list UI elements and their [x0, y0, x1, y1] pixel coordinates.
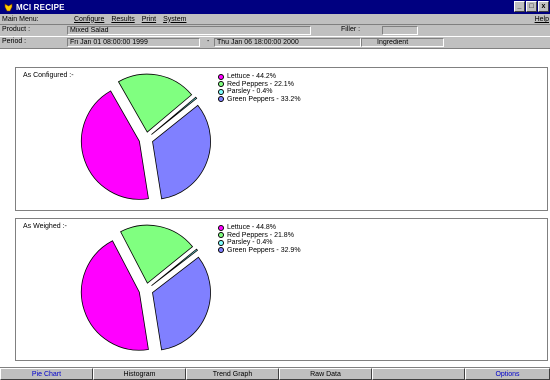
legend-swatch-icon: [218, 232, 224, 239]
period-label: Period :: [2, 38, 27, 45]
legend-label: Red Peppers - 21.8%: [227, 231, 294, 239]
legend-item: Red Peppers - 22.1%: [218, 81, 301, 89]
product-field: Mixed Salad: [67, 26, 311, 35]
legend-label: Red Peppers - 22.1%: [227, 80, 294, 88]
pie-chart-configured: [81, 73, 211, 200]
period-mode-field: Ingredient: [361, 38, 444, 47]
period-start-field: Fri Jan 01 08:00:00 1999: [67, 38, 200, 47]
chart-panel-configured: As Configured :- Lettuce - 44.2% Red Pep…: [15, 67, 548, 211]
period-end-field: Thu Jan 06 18:00:00 2000: [214, 38, 361, 47]
tab-trend-graph[interactable]: Trend Graph: [186, 368, 279, 380]
chart-heading: As Configured :-: [23, 72, 74, 79]
legend-label: Green Peppers - 33.2%: [227, 95, 301, 103]
legend-swatch-icon: [218, 224, 224, 231]
tab-pie-chart[interactable]: Pie Chart: [0, 368, 93, 380]
legend-item: Red Peppers - 21.8%: [218, 232, 301, 240]
menu-bar: Main Menu: Configure Results Print Syste…: [0, 14, 550, 25]
legend-swatch-icon: [218, 247, 224, 254]
filler-label: Filler :: [341, 26, 361, 33]
tab-raw-data[interactable]: Raw Data: [279, 368, 372, 380]
period-row: Period : Fri Jan 01 08:00:00 1999 - Thu …: [0, 37, 550, 49]
legend-swatch-icon: [218, 239, 224, 246]
legend-item: Parsley - 0.4%: [218, 239, 301, 247]
maximize-icon: □: [529, 3, 534, 10]
tab-empty: [372, 368, 465, 380]
minimize-icon: _: [517, 3, 522, 10]
tab-options[interactable]: Options: [465, 368, 550, 380]
window-title: MCI RECIPE: [16, 2, 65, 12]
main-menu-label: Main Menu:: [2, 15, 39, 23]
menu-results[interactable]: Results: [111, 16, 134, 23]
product-label: Product :: [2, 26, 31, 33]
legend-swatch-icon: [218, 88, 224, 95]
chart-legend: Lettuce - 44.2% Red Peppers - 22.1% Pars…: [218, 73, 301, 103]
tab-histogram[interactable]: Histogram: [93, 368, 186, 380]
legend-swatch-icon: [218, 73, 224, 80]
window-controls: _ □ x: [514, 1, 549, 12]
menu-print[interactable]: Print: [142, 16, 156, 23]
pie-chart-weighed: [80, 224, 211, 351]
legend-item: Parsley - 0.4%: [218, 88, 301, 96]
chart-heading: As Weighed :-: [23, 223, 67, 230]
legend-label: Parsley - 0.4%: [227, 239, 273, 247]
legend-item: Green Peppers - 32.9%: [218, 247, 301, 255]
close-icon: x: [541, 3, 546, 10]
legend-label: Green Peppers - 32.9%: [227, 246, 301, 254]
maximize-button[interactable]: □: [526, 1, 537, 12]
title-bar: MCI RECIPE _ □ x: [0, 0, 550, 14]
legend-swatch-icon: [218, 81, 224, 88]
app-icon: [3, 2, 13, 12]
product-row: Product : Mixed Salad Filler :: [0, 25, 550, 36]
legend-label: Lettuce - 44.2%: [227, 73, 277, 81]
close-button[interactable]: x: [538, 1, 549, 12]
legend-item: Lettuce - 44.8%: [218, 224, 301, 232]
legend-item: Lettuce - 44.2%: [218, 73, 301, 81]
filler-field: [382, 26, 418, 35]
menu-configure[interactable]: Configure: [74, 16, 104, 23]
minimize-button[interactable]: _: [514, 1, 525, 12]
legend-swatch-icon: [218, 96, 224, 103]
menu-system[interactable]: System: [163, 16, 186, 23]
chart-legend: Lettuce - 44.8% Red Peppers - 21.8% Pars…: [218, 224, 301, 254]
menu-help[interactable]: Help: [535, 14, 549, 25]
legend-label: Lettuce - 44.8%: [227, 224, 277, 232]
legend-item: Green Peppers - 33.2%: [218, 96, 301, 104]
period-separator: -: [207, 38, 210, 45]
legend-label: Parsley - 0.4%: [227, 88, 273, 96]
view-tab-bar: Pie Chart Histogram Trend Graph Raw Data…: [0, 367, 550, 380]
chart-panel-weighed: As Weighed :- Lettuce - 44.8% Red Pepper…: [15, 218, 548, 361]
